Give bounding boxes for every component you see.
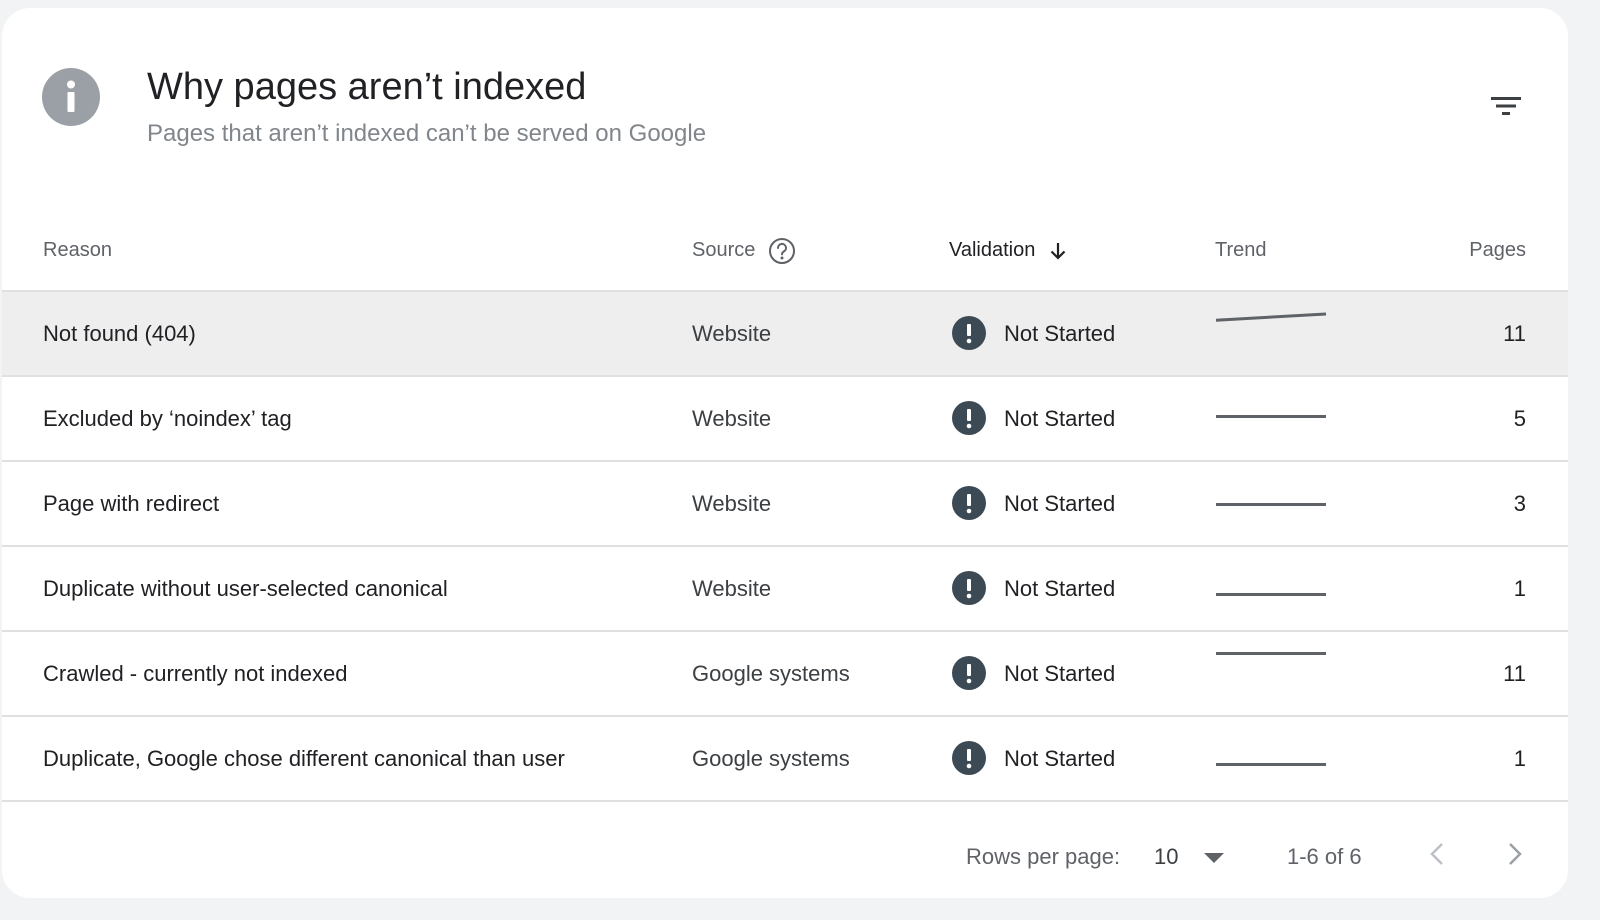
row-validation: Not Started (952, 462, 1115, 545)
chevron-right-icon (1509, 843, 1522, 865)
row-validation: Not Started (952, 547, 1115, 630)
table-row[interactable]: Excluded by ‘noindex’ tag Website Not Star… (2, 377, 1568, 462)
caret-down-icon (1202, 850, 1226, 871)
rows-per-page-select[interactable]: 10 (1150, 836, 1230, 880)
exclamation-icon (952, 401, 986, 436)
validation-status: Not Started (1004, 660, 1116, 686)
row-source: Google systems (692, 746, 850, 771)
row-pages: 5 (1513, 406, 1526, 431)
exclamation-icon (952, 741, 986, 776)
previous-page-button[interactable] (1420, 836, 1456, 872)
row-pages: 11 (1503, 321, 1526, 346)
row-pages: 1 (1513, 576, 1526, 601)
exclamation-icon (952, 571, 986, 606)
filter-button[interactable] (1484, 84, 1528, 128)
row-reason: Duplicate without user-selected canonica… (43, 576, 448, 601)
info-icon (42, 68, 100, 126)
row-validation: Not Started (952, 632, 1115, 715)
row-validation: Not Started (952, 292, 1115, 375)
row-source: Google systems (692, 661, 850, 686)
trend-sparkline (1215, 723, 1327, 806)
row-source: Website (692, 321, 772, 346)
column-header-validation[interactable]: Validation (949, 208, 1069, 292)
row-reason: Excluded by ‘noindex’ tag (43, 406, 292, 431)
pagination: Rows per page: 10 1-6 of 6 (2, 808, 1568, 898)
trend-sparkline (1215, 375, 1327, 458)
row-pages: 11 (1503, 661, 1526, 686)
table-row[interactable]: Duplicate without user-selected canonica… (2, 547, 1568, 632)
next-page-button[interactable] (1496, 836, 1532, 872)
trend-sparkline (1215, 274, 1327, 357)
chevron-left-icon (1430, 843, 1443, 865)
column-header-pages[interactable]: Pages (1469, 208, 1526, 292)
table-row[interactable]: Page with redirect Website Not Started 3 (2, 462, 1568, 547)
row-source: Website (692, 406, 772, 431)
page-title: Why pages aren’t indexed (147, 66, 587, 108)
row-validation: Not Started (952, 717, 1115, 800)
pagination-range: 1-6 of 6 (1287, 844, 1362, 869)
row-pages: 1 (1513, 746, 1526, 771)
row-source: Website (692, 491, 772, 516)
validation-status: Not Started (1004, 575, 1116, 601)
validation-status: Not Started (1004, 745, 1116, 771)
row-reason: Page with redirect (43, 491, 220, 516)
rows-per-page-label: Rows per page: (966, 844, 1121, 869)
row-validation: Not Started (952, 377, 1115, 460)
table-header: Reason Source Validation Trend Pages (2, 208, 1568, 292)
row-pages: 3 (1513, 491, 1526, 516)
trend-line (1215, 312, 1327, 322)
filter-icon (1491, 97, 1521, 115)
help-icon[interactable] (767, 236, 797, 266)
arrow-down-icon (1047, 240, 1069, 262)
table-row[interactable]: Crawled - currently not indexed Google sy… (2, 632, 1568, 717)
validation-status: Not Started (1004, 405, 1116, 431)
exclamation-icon (952, 486, 986, 521)
table-row[interactable]: Not found (404) Website Not Started 11 (2, 292, 1568, 377)
table-row[interactable]: Duplicate, Google chose different canoni… (2, 717, 1568, 802)
row-reason: Crawled - currently not indexed (43, 661, 348, 686)
row-source: Website (692, 576, 772, 601)
validation-status: Not Started (1004, 320, 1116, 346)
column-header-validation-label: Validation (949, 239, 1036, 261)
validation-status: Not Started (1004, 490, 1116, 516)
card-header: Why pages aren’t indexed Pages that aren… (2, 8, 1568, 208)
column-header-source[interactable]: Source (692, 208, 797, 292)
exclamation-icon (952, 316, 986, 351)
row-reason: Duplicate, Google chose different canoni… (43, 746, 565, 771)
page-subtitle: Pages that aren’t indexed can’t be serve… (147, 120, 707, 147)
column-header-reason[interactable]: Reason (43, 208, 112, 292)
trend-sparkline (1215, 612, 1327, 695)
exclamation-icon (952, 656, 986, 691)
row-reason: Not found (404) (43, 321, 196, 346)
column-header-source-label: Source (692, 239, 756, 261)
rows-per-page-value: 10 (1154, 844, 1179, 869)
indexing-card: Why pages aren’t indexed Pages that aren… (2, 8, 1568, 898)
trend-sparkline (1215, 463, 1327, 546)
